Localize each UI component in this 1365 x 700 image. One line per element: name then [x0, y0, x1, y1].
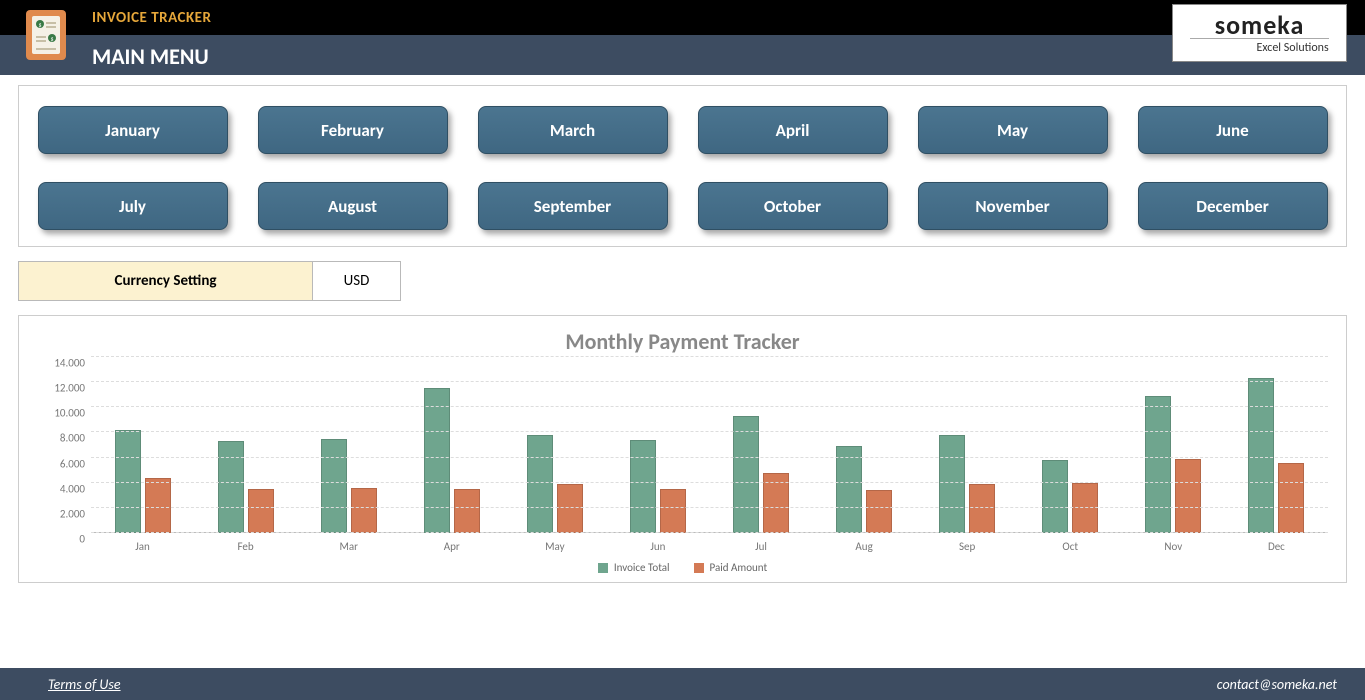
ytick-label: 6.000 [60, 457, 85, 470]
bar-invoice-total [527, 435, 553, 533]
xtick-label: Jun [606, 540, 709, 553]
chart-legend: Invoice Total Paid Amount [37, 561, 1328, 574]
currency-value[interactable]: USD [313, 261, 401, 301]
chart-area: 02.0004.0006.0008.00010.00012.00014.000 … [37, 357, 1328, 557]
tracker-label: INVOICE TRACKER [92, 9, 211, 27]
bar-paid-amount [866, 490, 892, 533]
bar-invoice-total [733, 416, 759, 533]
month-button-june[interactable]: June [1138, 106, 1328, 154]
bar-paid-amount [248, 489, 274, 533]
terms-link[interactable]: Terms of Use [48, 676, 121, 693]
svg-text:$: $ [38, 21, 41, 29]
xtick-label: Jan [91, 540, 194, 553]
month-button-may[interactable]: May [918, 106, 1108, 154]
ytick-label: 8.000 [60, 432, 85, 445]
month-button-december[interactable]: December [1138, 182, 1328, 230]
bar-paid-amount [145, 478, 171, 533]
legend-label-b: Paid Amount [710, 561, 768, 574]
legend-item-paid-amount: Paid Amount [694, 561, 768, 574]
bar-invoice-total [939, 435, 965, 533]
logo-text: someka [1215, 12, 1305, 38]
xtick-label: Mar [297, 540, 400, 553]
month-button-august[interactable]: August [258, 182, 448, 230]
xtick-label: Sep [916, 540, 1019, 553]
bar-paid-amount [969, 484, 995, 533]
ytick-label: 10.000 [54, 407, 85, 420]
legend-swatch-b [694, 563, 704, 573]
currency-setting: Currency Setting USD [18, 261, 1347, 301]
contact-email: contact@someka.net [1217, 676, 1337, 693]
ytick-label: 12.000 [54, 382, 85, 395]
page-title: MAIN MENU [92, 43, 209, 70]
chart-plot: JanFebMarAprMayJunJulAugSepOctNovDec [91, 357, 1328, 557]
currency-label: Currency Setting [18, 261, 313, 301]
bar-invoice-total [321, 439, 347, 533]
month-button-january[interactable]: January [38, 106, 228, 154]
month-button-march[interactable]: March [478, 106, 668, 154]
xtick-label: Nov [1122, 540, 1225, 553]
month-button-july[interactable]: July [38, 182, 228, 230]
xtick-label: Aug [813, 540, 916, 553]
logo-subtitle: Excel Solutions [1190, 38, 1328, 55]
legend-item-invoice-total: Invoice Total [598, 561, 670, 574]
bar-invoice-total [1145, 396, 1171, 533]
month-button-february[interactable]: February [258, 106, 448, 154]
xtick-label: Oct [1019, 540, 1122, 553]
logo: someka Excel Solutions [1172, 4, 1347, 62]
xtick-label: Dec [1225, 540, 1328, 553]
bar-paid-amount [660, 489, 686, 533]
xtick-label: Feb [194, 540, 297, 553]
bar-invoice-total [424, 388, 450, 533]
month-button-october[interactable]: October [698, 182, 888, 230]
bar-paid-amount [557, 484, 583, 533]
ytick-label: 14.000 [54, 357, 85, 370]
bar-paid-amount [1278, 463, 1304, 533]
xtick-label: Apr [400, 540, 503, 553]
sub-bar: MAIN MENU [0, 35, 1365, 75]
invoice-icon: $ $ [24, 8, 68, 62]
legend-swatch-a [598, 563, 608, 573]
month-button-november[interactable]: November [918, 182, 1108, 230]
svg-text:$: $ [50, 35, 53, 43]
top-bar: INVOICE TRACKER [0, 0, 1365, 35]
bar-invoice-total [218, 441, 244, 533]
bar-paid-amount [351, 488, 377, 533]
bar-invoice-total [836, 446, 862, 533]
bar-invoice-total [630, 440, 656, 533]
legend-label-a: Invoice Total [614, 561, 670, 574]
bar-paid-amount [1072, 483, 1098, 533]
month-button-april[interactable]: April [698, 106, 888, 154]
ytick-label: 2.000 [60, 507, 85, 520]
month-button-september[interactable]: September [478, 182, 668, 230]
footer-bar: Terms of Use contact@someka.net [0, 668, 1365, 700]
ytick-label: 4.000 [60, 482, 85, 495]
bar-invoice-total [1042, 460, 1068, 533]
months-panel: January February March April May June July Aug… [18, 85, 1347, 247]
xtick-label: May [503, 540, 606, 553]
ytick-label: 0 [79, 533, 85, 546]
chart-yaxis: 0 2.000 4.000 6.000 8.000 10.000 12.000 14.000 [37, 357, 91, 557]
bar-paid-amount [454, 489, 480, 533]
bar-paid-amount [1175, 459, 1201, 533]
xtick-label: Jul [709, 540, 812, 553]
chart-title: Monthly Payment Tracker [37, 328, 1328, 355]
chart-panel: Monthly Payment Tracker 0 2.000 4.000 6.000… [18, 315, 1347, 583]
